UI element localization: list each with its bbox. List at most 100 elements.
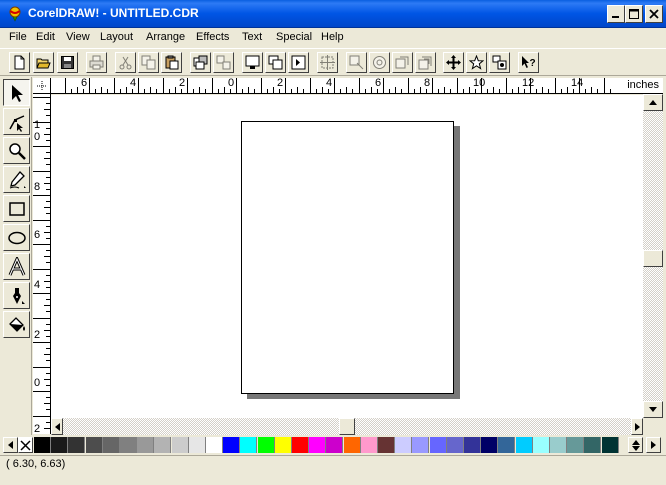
- color-swatch[interactable]: [292, 437, 309, 453]
- pencil-tool-button[interactable]: [3, 166, 30, 193]
- palette-scroll-left-button[interactable]: [3, 437, 18, 453]
- open-button[interactable]: [33, 52, 54, 73]
- fill-tool-button[interactable]: [3, 311, 30, 338]
- ruler-tick: [89, 78, 90, 93]
- horizontal-scroll-thumb[interactable]: [339, 418, 355, 435]
- ruler-tick: [44, 256, 50, 258]
- outline-tool-button[interactable]: [3, 282, 30, 309]
- menu-file[interactable]: File: [9, 31, 27, 43]
- transform-button[interactable]: [443, 52, 464, 73]
- color-swatch[interactable]: [378, 437, 395, 453]
- ruler-origin[interactable]: [33, 78, 51, 94]
- group-button[interactable]: [190, 52, 211, 73]
- ruler-label: 0: [34, 131, 41, 143]
- vertical-scrollbar[interactable]: [643, 94, 663, 418]
- save-button[interactable]: [57, 52, 78, 73]
- text-tool-button[interactable]: [3, 253, 30, 280]
- color-swatch[interactable]: [412, 437, 430, 453]
- color-swatch[interactable]: [154, 437, 172, 453]
- no-fill-swatch[interactable]: [18, 437, 33, 453]
- new-button[interactable]: [9, 52, 30, 73]
- maximize-button[interactable]: [625, 5, 643, 23]
- align-button[interactable]: [317, 52, 338, 73]
- color-swatch[interactable]: [274, 437, 292, 453]
- color-swatch[interactable]: [120, 437, 137, 453]
- color-swatch[interactable]: [515, 437, 533, 453]
- menu-effects[interactable]: Effects: [196, 31, 229, 43]
- trim-button[interactable]: [415, 52, 436, 73]
- color-swatch[interactable]: [68, 437, 86, 453]
- menu-arrange[interactable]: Arrange: [146, 31, 185, 43]
- color-swatch[interactable]: [34, 437, 51, 453]
- drawing-canvas[interactable]: [51, 95, 643, 418]
- color-swatch[interactable]: [171, 437, 189, 453]
- ruler-tick: [487, 89, 489, 93]
- help-pointer-button[interactable]: ?: [518, 52, 539, 73]
- pick-tool-button[interactable]: [3, 79, 30, 106]
- shape-tool-button[interactable]: [3, 108, 30, 135]
- color-swatch[interactable]: [326, 437, 344, 453]
- scroll-up-button[interactable]: [643, 94, 663, 111]
- color-swatch[interactable]: [51, 437, 69, 453]
- color-swatch[interactable]: [446, 437, 464, 453]
- weld-button[interactable]: [392, 52, 413, 73]
- color-swatch[interactable]: [498, 437, 516, 453]
- color-swatch[interactable]: [567, 437, 585, 453]
- color-swatch[interactable]: [85, 437, 103, 453]
- vertical-scroll-thumb[interactable]: [643, 250, 663, 267]
- menu-layout[interactable]: Layout: [100, 31, 133, 43]
- zoom-tool-button[interactable]: [3, 137, 30, 164]
- color-swatch[interactable]: [137, 437, 155, 453]
- ruler-tick: [46, 213, 50, 215]
- menu-edit[interactable]: Edit: [36, 31, 55, 43]
- cut-button[interactable]: [115, 52, 136, 73]
- scroll-right-button[interactable]: [631, 418, 643, 435]
- color-swatch[interactable]: [429, 437, 447, 453]
- to-front-button[interactable]: [346, 52, 367, 73]
- menu-text[interactable]: Text: [242, 31, 262, 43]
- scroll-left-button[interactable]: [51, 418, 63, 435]
- printable-page[interactable]: [241, 121, 454, 394]
- color-swatch[interactable]: [257, 437, 275, 453]
- color-swatch[interactable]: [309, 437, 327, 453]
- ruler-tick: [33, 342, 50, 343]
- ungroup-button[interactable]: [213, 52, 234, 73]
- ruler-label: 2: [34, 329, 41, 341]
- color-swatch[interactable]: [223, 437, 241, 453]
- minimize-button[interactable]: [607, 5, 625, 23]
- palette-scroll-right-button[interactable]: [646, 437, 661, 453]
- color-swatch[interactable]: [532, 437, 550, 453]
- menu-help[interactable]: Help: [321, 31, 344, 43]
- color-swatch[interactable]: [395, 437, 413, 453]
- paste-button[interactable]: [161, 52, 182, 73]
- color-swatch[interactable]: [360, 437, 378, 453]
- print-button[interactable]: [86, 52, 107, 73]
- color-swatch[interactable]: [601, 437, 619, 453]
- symbols-button[interactable]: [466, 52, 487, 73]
- horizontal-scrollbar[interactable]: [51, 418, 643, 435]
- full-color-button[interactable]: [265, 52, 286, 73]
- menu-view[interactable]: View: [66, 31, 90, 43]
- scroll-down-button[interactable]: [643, 401, 663, 418]
- close-button[interactable]: [645, 5, 663, 23]
- wireframe-button[interactable]: [242, 52, 263, 73]
- color-swatch[interactable]: [240, 437, 258, 453]
- color-swatch[interactable]: [188, 437, 206, 453]
- copy-button[interactable]: [138, 52, 159, 73]
- node-edit-button[interactable]: [489, 52, 510, 73]
- rectangle-tool-button[interactable]: [3, 195, 30, 222]
- ruler-tick: [278, 89, 280, 93]
- palette-expand-button[interactable]: [628, 437, 643, 453]
- ruler-tick: [223, 87, 225, 93]
- ellipse-tool-button[interactable]: [3, 224, 30, 251]
- menu-special[interactable]: Special: [276, 31, 312, 43]
- color-swatch[interactable]: [343, 437, 361, 453]
- color-swatch[interactable]: [102, 437, 120, 453]
- color-swatch[interactable]: [584, 437, 602, 453]
- color-swatch[interactable]: [206, 437, 223, 453]
- color-swatch[interactable]: [481, 437, 499, 453]
- page-view-button[interactable]: [288, 52, 309, 73]
- color-swatch[interactable]: [550, 437, 567, 453]
- color-swatch[interactable]: [464, 437, 481, 453]
- to-back-button[interactable]: [369, 52, 390, 73]
